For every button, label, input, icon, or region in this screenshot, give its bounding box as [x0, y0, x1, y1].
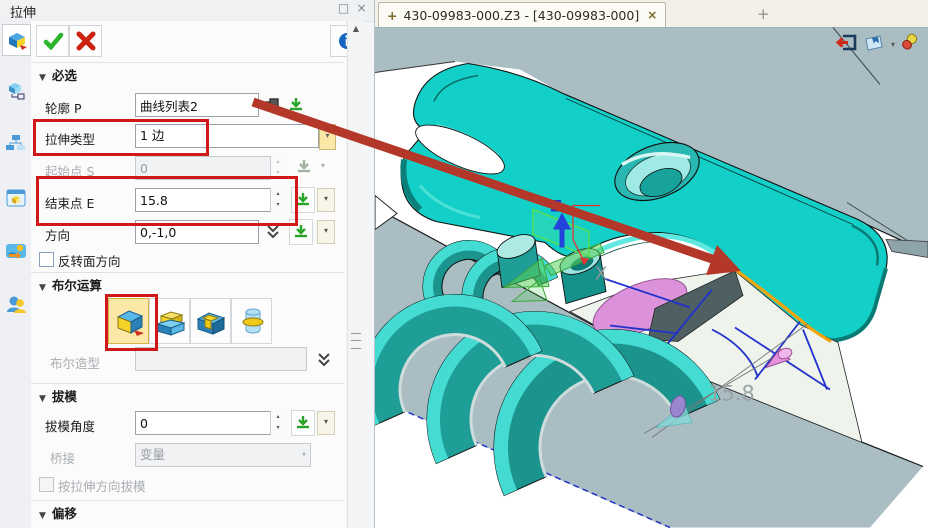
new-tab-icon[interactable]: +	[757, 5, 770, 23]
viewport-toolbar: ▾	[836, 33, 920, 56]
draft-angle-input[interactable]	[135, 411, 285, 435]
draft-angle-spinner[interactable]: ▴▾	[270, 411, 285, 435]
document-tab[interactable]: + 430-09983-000.Z3 - [430-09983-000] ×	[378, 2, 666, 27]
bridge-label: 桥接	[50, 448, 75, 467]
draft-angle-label: 拔模角度	[45, 416, 95, 435]
boolean-intersect-button[interactable]	[231, 298, 272, 344]
x-axis-label: X	[595, 264, 607, 285]
extrude-type-combo[interactable]: 1 边	[135, 124, 319, 148]
eraser-icon[interactable]	[901, 33, 920, 56]
boolean-shape-label: 布尔造型	[50, 353, 100, 372]
start-point-label: 起始点 S	[45, 161, 94, 180]
section-boolean[interactable]: ▼布尔运算	[31, 272, 344, 295]
section-offset[interactable]: ▼偏移	[31, 500, 344, 523]
document-tab-title: 430-09983-000.Z3 - [430-09983-000]	[403, 8, 639, 23]
extrude-dialog: 拉伸 □ ×	[0, 0, 375, 528]
direction-label: 方向	[45, 225, 70, 244]
application-window: 拉伸 □ ×	[0, 0, 928, 528]
feature-window-icon[interactable]	[2, 183, 29, 213]
end-dropdown-button[interactable]: ▾	[317, 188, 335, 212]
extrude-tool-icon[interactable]	[2, 24, 31, 56]
double-chevron-icon[interactable]	[262, 220, 284, 244]
section-draft[interactable]: ▼拔模	[31, 383, 344, 406]
extrude-type-label: 拉伸类型	[45, 129, 95, 148]
draft-reuse-arrow-icon[interactable]	[291, 410, 315, 436]
end-reuse-arrow-icon[interactable]	[291, 187, 315, 213]
bridge-combo[interactable]: 变量▾	[135, 443, 311, 467]
tab-close-icon[interactable]: ×	[647, 8, 657, 22]
boolean-buttons-row	[31, 298, 344, 346]
pin-icon[interactable]: +	[387, 8, 397, 23]
viewport: + 430-09983-000.Z3 - [430-09983-000] × +	[375, 0, 928, 528]
reference-geometry-icon[interactable]	[2, 76, 29, 106]
3d-canvas[interactable]: Z X 15.8	[375, 27, 928, 528]
flip-face-checkbox[interactable]	[39, 252, 54, 267]
scroll-up-icon[interactable]: ▲	[348, 21, 364, 37]
draft-by-direction-label: 按拉伸方向拔模	[58, 476, 146, 495]
render-image-icon[interactable]	[2, 236, 29, 266]
dialog-sidebar	[0, 21, 32, 528]
profile-input[interactable]	[135, 93, 259, 117]
exit-icon[interactable]	[836, 33, 857, 56]
collapse-icon: ▼	[39, 73, 46, 83]
z-axis-label: Z	[550, 197, 562, 216]
dialog-title: 拉伸	[10, 2, 36, 21]
dialog-content: ▼必选 轮廓 P 拉伸类型 1 边 ▾ 起始点 S ▴▾ ▾ 结束点 E ▴▾	[31, 21, 346, 528]
boolean-base-button[interactable]	[108, 298, 149, 344]
profile-label: 轮廓 P	[45, 98, 82, 117]
draft-by-direction-checkbox[interactable]	[39, 477, 54, 492]
boolean-add-button[interactable]	[149, 298, 190, 344]
boolean-shape-input[interactable]	[135, 347, 307, 371]
cancel-button[interactable]	[69, 25, 102, 57]
restore-icon[interactable]: □	[335, 1, 352, 18]
start-point-input[interactable]	[135, 156, 285, 180]
section-required[interactable]: ▼必选	[31, 62, 344, 85]
start-dropdown-icon: ▾	[321, 161, 325, 170]
hierarchy-icon[interactable]	[2, 128, 29, 158]
dimension-value: 15.8	[708, 382, 755, 406]
reuse-arrow-icon[interactable]	[285, 93, 307, 117]
copy-icon[interactable]	[261, 93, 283, 117]
boolean-double-chevron-icon[interactable]	[313, 348, 335, 372]
flip-face-label: 反转面方向	[58, 251, 121, 270]
direction-dropdown-button[interactable]: ▾	[317, 220, 335, 244]
end-point-input[interactable]	[135, 188, 285, 212]
ok-button[interactable]	[36, 25, 69, 57]
end-point-label: 结束点 E	[45, 193, 94, 212]
user-icon[interactable]	[2, 289, 29, 319]
direction-input[interactable]	[135, 220, 259, 244]
direction-reuse-arrow-icon[interactable]	[289, 219, 313, 245]
end-point-spinner[interactable]: ▴▾	[270, 188, 285, 212]
start-point-spinner[interactable]: ▴▾	[270, 156, 285, 180]
panel-scrollbar[interactable]: ▲	[347, 21, 364, 528]
extrude-type-dropdown[interactable]: ▾	[319, 124, 336, 150]
document-tabbar: + 430-09983-000.Z3 - [430-09983-000] × +	[375, 0, 928, 28]
notebook-icon[interactable]	[863, 33, 885, 56]
close-icon[interactable]: ×	[353, 1, 370, 18]
reuse-arrow-icon-disabled	[293, 155, 315, 179]
dialog-titlebar[interactable]: 拉伸 □ ×	[0, 0, 374, 22]
chevron-down-icon: ▾	[325, 131, 329, 140]
scrollbar-grip[interactable]	[351, 333, 361, 349]
draft-dropdown-button[interactable]: ▾	[317, 411, 335, 435]
boolean-remove-button[interactable]	[190, 298, 231, 344]
notebook-dropdown-icon[interactable]: ▾	[891, 40, 895, 49]
chevron-down-icon: ▾	[302, 444, 306, 466]
